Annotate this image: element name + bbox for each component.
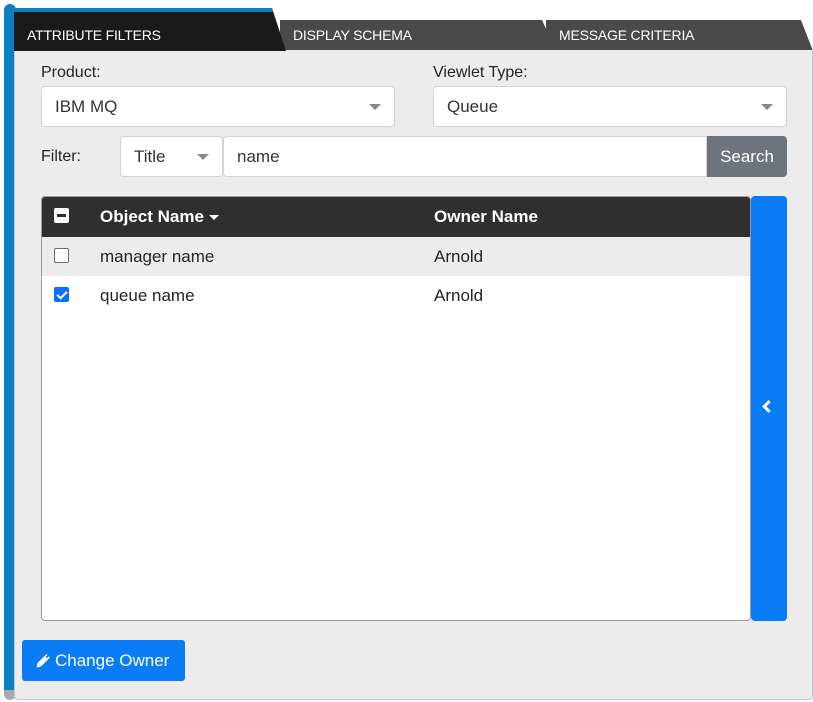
object-name-cell: manager name — [100, 247, 215, 266]
tab-label: ATTRIBUTE FILTERS — [27, 27, 161, 43]
filter-field-select[interactable]: Title — [120, 136, 223, 177]
pencil-icon — [36, 642, 51, 668]
tab-label: MESSAGE CRITERIA — [559, 27, 695, 43]
side-panel-toggle-button[interactable] — [751, 196, 787, 621]
object-name-cell: queue name — [100, 286, 195, 305]
column-header-owner-name[interactable]: Owner Name — [434, 197, 538, 237]
sort-desc-icon — [208, 215, 219, 221]
tab-attribute-filters[interactable]: ATTRIBUTE FILTERS — [14, 8, 286, 51]
row-checkbox[interactable] — [54, 248, 69, 263]
chevron-down-icon — [369, 104, 381, 110]
tab-display-schema[interactable]: DISPLAY SCHEMA — [280, 20, 556, 51]
product-select[interactable]: IBM MQ — [41, 86, 395, 127]
filter-label: Filter: — [41, 148, 81, 165]
tab-label: DISPLAY SCHEMA — [293, 27, 412, 43]
owner-name-cell: Arnold — [434, 286, 484, 305]
product-select-value: IBM MQ — [55, 97, 118, 116]
row-checkbox[interactable] — [54, 287, 69, 302]
column-header-label: Object Name — [100, 207, 204, 226]
table-row[interactable]: queue name Arnold — [42, 276, 750, 315]
chevron-left-icon — [762, 400, 775, 413]
filter-input-value: name — [237, 147, 280, 166]
column-header-object-name[interactable]: Object Name — [100, 197, 219, 237]
viewlet-type-select[interactable]: Queue — [433, 86, 787, 127]
change-owner-label: Change Owner — [55, 651, 170, 670]
table-row[interactable]: manager name Arnold — [42, 237, 750, 276]
search-button[interactable]: Search — [707, 136, 787, 177]
viewlet-type-label: Viewlet Type: — [433, 64, 528, 81]
change-owner-button[interactable]: Change Owner — [22, 640, 185, 681]
tab-message-criteria[interactable]: MESSAGE CRITERIA — [546, 20, 813, 51]
filter-input[interactable]: name — [223, 136, 707, 177]
viewlet-type-select-value: Queue — [447, 97, 499, 116]
filter-field-value: Title — [134, 147, 166, 166]
objects-table: Object Name Owner Name manager name Arno… — [41, 196, 751, 621]
table-header: Object Name Owner Name — [42, 197, 750, 237]
column-header-label: Owner Name — [434, 207, 538, 226]
product-label: Product: — [41, 64, 101, 81]
chevron-down-icon — [197, 154, 209, 160]
chevron-down-icon — [761, 104, 773, 110]
owner-name-cell: Arnold — [434, 247, 484, 266]
select-all-checkbox[interactable] — [54, 208, 69, 223]
